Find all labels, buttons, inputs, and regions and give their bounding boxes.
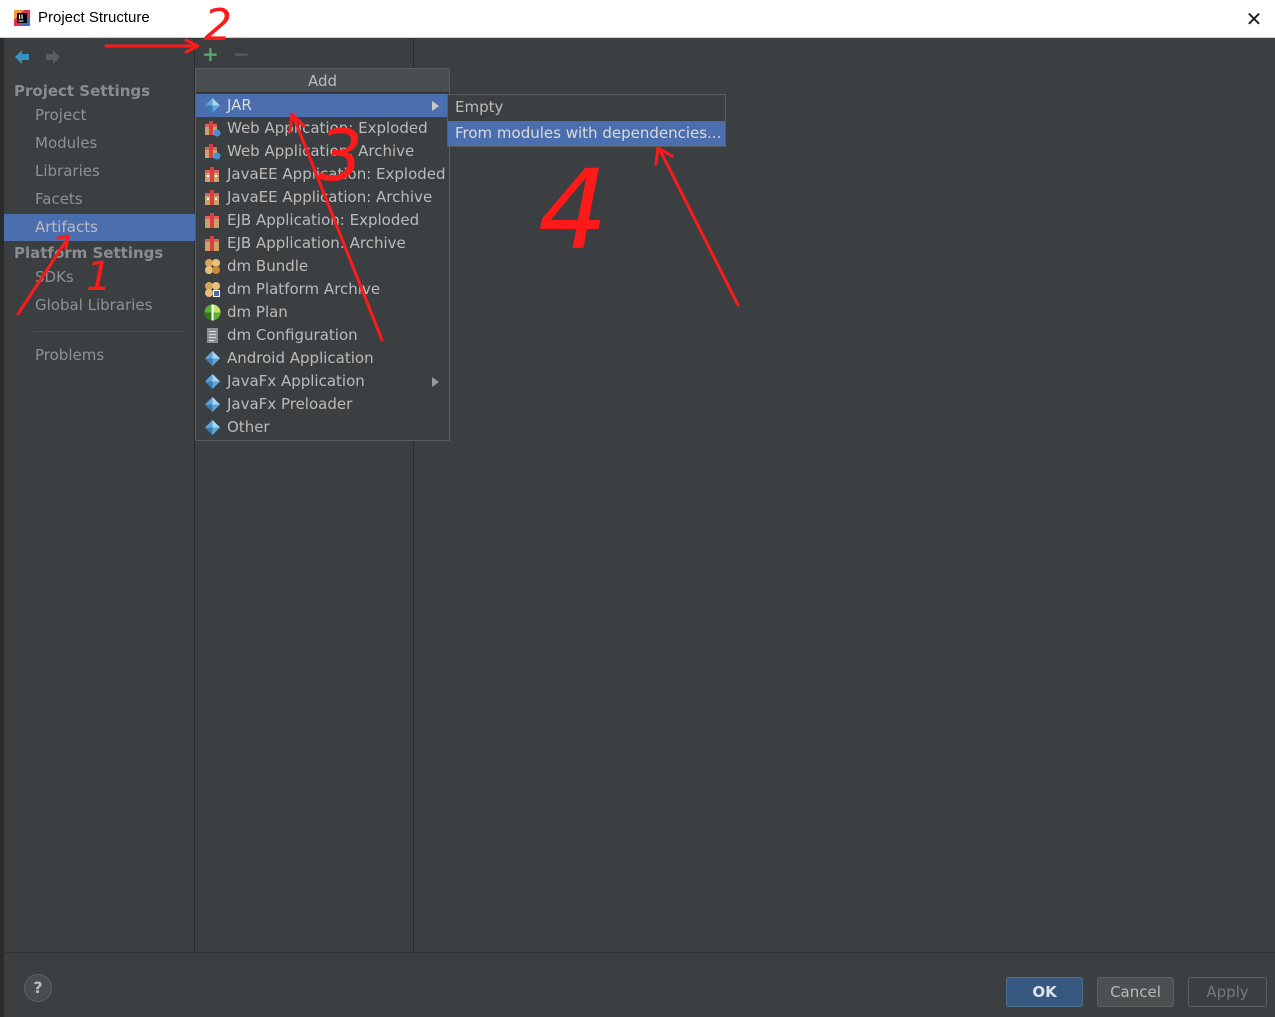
dm-config-icon — [207, 328, 218, 343]
add-popup-header: Add — [196, 69, 449, 93]
cancel-button[interactable]: Cancel — [1097, 977, 1174, 1007]
menu-item-label: JavaEE Application: Exploded — [227, 165, 446, 183]
menu-item-web-app-exploded[interactable]: Web Application: Exploded — [196, 117, 449, 140]
menu-item-label: dm Bundle — [227, 257, 309, 275]
web-app-icon — [205, 121, 221, 137]
sidebar-item-sdks[interactable]: SDKs — [4, 264, 195, 291]
submenu-arrow-icon — [432, 101, 439, 111]
settings-sidebar: Project Settings Project Modules Librari… — [4, 38, 195, 952]
close-icon[interactable]: ✕ — [1241, 6, 1267, 32]
menu-item-javaee-app-exploded[interactable]: JavaEE Application: Exploded — [196, 163, 449, 186]
menu-item-other[interactable]: Other — [196, 416, 449, 439]
menu-item-javaee-app-archive[interactable]: JavaEE Application: Archive — [196, 186, 449, 209]
dm-plan-icon — [204, 304, 221, 321]
menu-item-label: Other — [227, 418, 270, 436]
menu-item-label: dm Platform Archive — [227, 280, 381, 298]
menu-item-dm-platform-archive[interactable]: dm Platform Archive — [196, 278, 449, 301]
menu-item-label: JavaFx Application — [227, 372, 365, 390]
menu-item-ejb-app-exploded[interactable]: EJB Application: Exploded — [196, 209, 449, 232]
menu-item-ejb-app-archive[interactable]: EJB Application: Archive — [196, 232, 449, 255]
dialog-footer: ? OK Cancel Apply — [4, 952, 1275, 1017]
submenu-item-empty[interactable]: Empty — [448, 95, 725, 120]
menu-item-label: dm Configuration — [227, 326, 358, 344]
submenu-arrow-icon — [432, 377, 439, 387]
sidebar-item-libraries[interactable]: Libraries — [4, 158, 195, 185]
project-structure-dialog: Project Structure ✕ Project Settings Pro… — [0, 0, 1275, 1017]
apply-button[interactable]: Apply — [1188, 977, 1267, 1007]
add-artifact-button[interactable]: + — [202, 42, 219, 66]
menu-item-dm-bundle[interactable]: dm Bundle — [196, 255, 449, 278]
sidebar-item-problems[interactable]: Problems — [4, 342, 195, 369]
forward-arrow-icon[interactable] — [44, 48, 62, 66]
window-title: Project Structure — [38, 9, 150, 26]
project-settings-header: Project Settings — [14, 82, 151, 100]
platform-settings-header: Platform Settings — [14, 244, 164, 262]
title-bar: Project Structure ✕ — [0, 0, 1275, 38]
menu-item-label: Android Application — [227, 349, 374, 367]
sidebar-separator — [34, 331, 184, 332]
android-app-icon — [205, 351, 220, 366]
javaee-app-icon — [205, 190, 219, 205]
sidebar-item-facets[interactable]: Facets — [4, 186, 195, 213]
menu-item-label: EJB Application: Archive — [227, 234, 406, 252]
menu-item-label: Web Application: Exploded — [227, 119, 428, 137]
javafx-app-icon — [205, 374, 220, 389]
remove-artifact-button[interactable]: − — [233, 42, 250, 66]
menu-item-label: JAR — [227, 96, 252, 114]
menu-item-dm-plan[interactable]: dm Plan — [196, 301, 449, 324]
ejb-app-icon — [205, 236, 219, 251]
ejb-app-icon — [205, 213, 219, 228]
other-icon — [205, 420, 220, 435]
menu-item-javafx-preloader[interactable]: JavaFx Preloader — [196, 393, 449, 416]
menu-item-label: JavaEE Application: Archive — [227, 188, 433, 206]
jar-icon — [205, 98, 220, 113]
javafx-preloader-icon — [205, 397, 220, 412]
javaee-app-icon — [205, 167, 219, 182]
jar-submenu-popup: Empty From modules with dependencies... — [447, 94, 726, 147]
ok-button[interactable]: OK — [1006, 977, 1083, 1007]
menu-item-dm-configuration[interactable]: dm Configuration — [196, 324, 449, 347]
submenu-item-from-modules[interactable]: From modules with dependencies... — [448, 121, 725, 146]
menu-item-label: JavaFx Preloader — [227, 395, 353, 413]
menu-item-web-app-archive[interactable]: Web Application: Archive — [196, 140, 449, 163]
dm-bundle-icon — [205, 259, 220, 274]
sidebar-item-artifacts[interactable]: Artifacts — [4, 214, 195, 241]
menu-item-label: Web Application: Archive — [227, 142, 415, 160]
help-button[interactable]: ? — [24, 974, 52, 1002]
intellij-logo-icon — [14, 10, 30, 26]
menu-item-label: dm Plan — [227, 303, 288, 321]
menu-item-javafx-application[interactable]: JavaFx Application — [196, 370, 449, 393]
sidebar-item-global-libraries[interactable]: Global Libraries — [4, 292, 195, 319]
menu-item-jar[interactable]: JAR — [196, 94, 449, 117]
sidebar-item-project[interactable]: Project — [4, 102, 195, 129]
menu-item-android-application[interactable]: Android Application — [196, 347, 449, 370]
web-app-icon — [205, 144, 221, 160]
artifact-details-panel — [415, 38, 1275, 952]
add-artifact-popup: Add JAR Web Application: Exploded Web Ap… — [195, 68, 450, 441]
back-arrow-icon[interactable] — [13, 48, 31, 66]
menu-item-label: EJB Application: Exploded — [227, 211, 420, 229]
sidebar-item-modules[interactable]: Modules — [4, 130, 195, 157]
dm-platform-icon — [205, 282, 220, 297]
